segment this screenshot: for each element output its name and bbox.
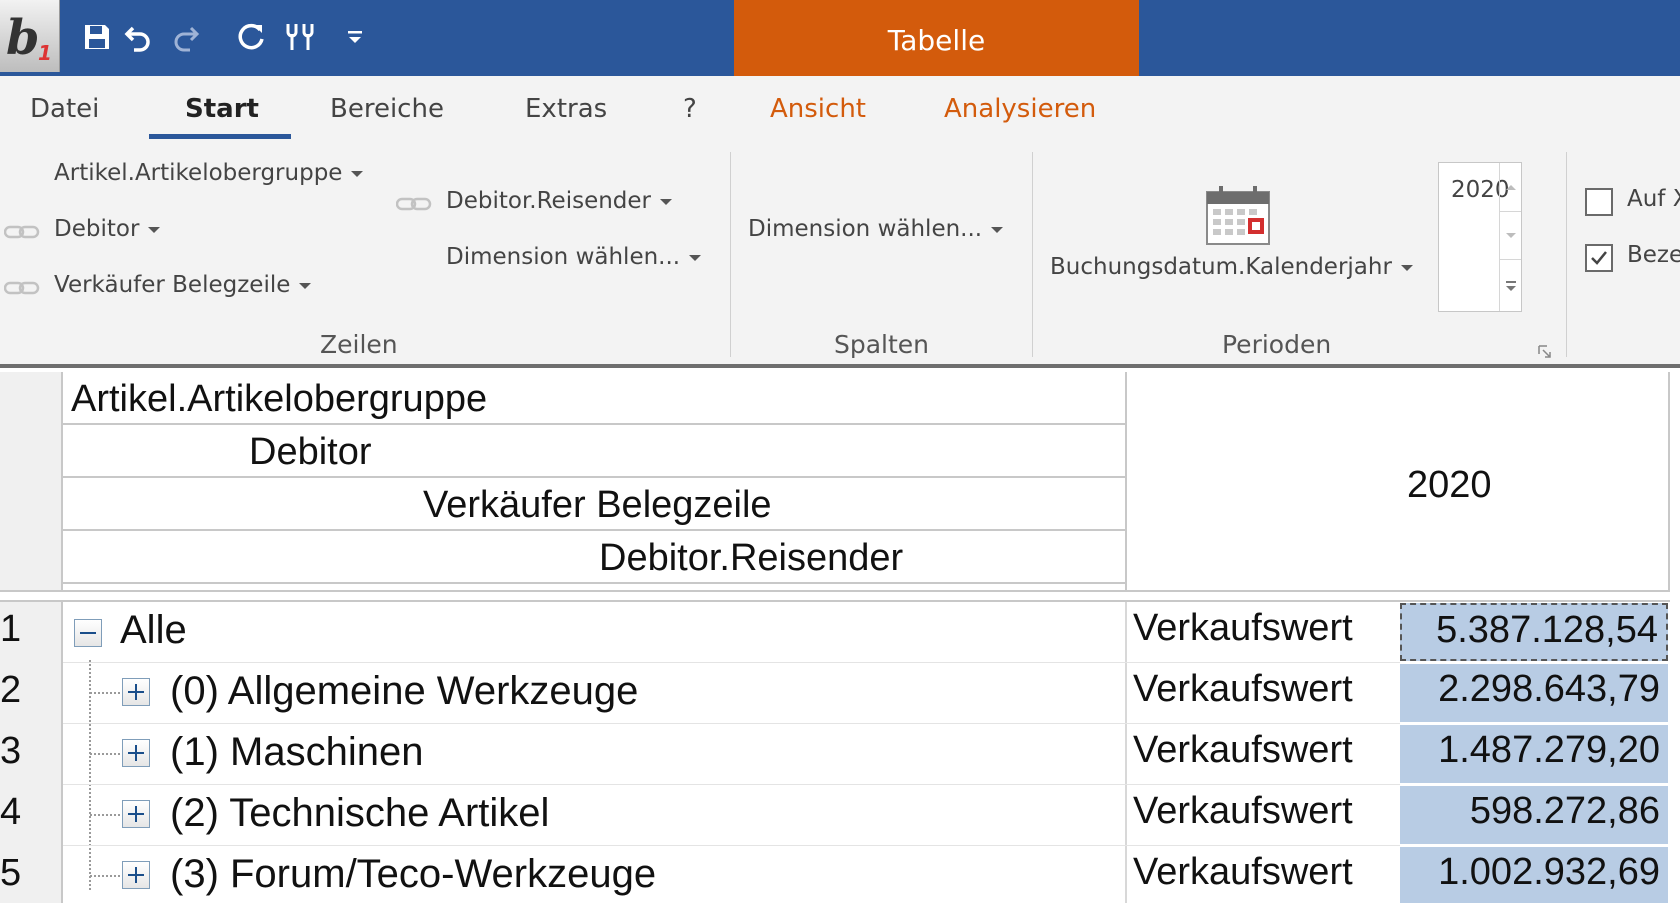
chevron-down-icon xyxy=(689,254,702,261)
chevron-down-icon xyxy=(148,226,161,233)
tree-connector xyxy=(90,875,124,877)
chevron-down-icon xyxy=(991,226,1004,233)
row-number: 5 xyxy=(0,852,22,894)
row-header-debitor[interactable]: Debitor xyxy=(63,425,1125,478)
save-icon[interactable] xyxy=(80,18,114,56)
row-dimension-debitor[interactable]: Debitor xyxy=(54,216,161,242)
svg-text:b: b xyxy=(6,10,40,64)
expand-icon[interactable] xyxy=(122,800,150,828)
scroll-down-button[interactable] xyxy=(1499,211,1521,259)
measure-label: Verkaufswert xyxy=(1133,668,1353,710)
year-list[interactable]: 2020 xyxy=(1438,162,1522,312)
context-tab-tabelle[interactable]: Tabelle xyxy=(734,0,1139,76)
b1-logo-icon: b 1 xyxy=(6,10,52,64)
row-header-reisender[interactable]: Debitor.Reisender xyxy=(63,531,1125,584)
column-header-area xyxy=(1125,372,1670,592)
option-checkbox-1[interactable] xyxy=(1585,188,1613,216)
link-icon xyxy=(4,281,40,295)
app-logo[interactable]: b 1 xyxy=(0,0,60,72)
row-label: Alle xyxy=(120,608,187,652)
tab-analysieren[interactable]: Analysieren xyxy=(944,94,1096,124)
group-separator xyxy=(1032,152,1033,357)
pivot-grid: Artikel.Artikelobergruppe Debitor Verkäu… xyxy=(0,372,1680,903)
value-cell[interactable]: 1.002.932,69 xyxy=(1400,847,1668,903)
expand-icon[interactable] xyxy=(122,678,150,706)
svg-text:1: 1 xyxy=(38,41,52,64)
table-row[interactable]: 5 (3) Forum/Teco-Werkzeuge Verkaufswert … xyxy=(0,846,1680,903)
row-dimension-reisender[interactable]: Debitor.Reisender xyxy=(446,188,673,214)
tab-extras[interactable]: Extras xyxy=(525,94,607,124)
tab-start[interactable]: Start xyxy=(185,94,259,124)
tree-connector xyxy=(90,753,124,755)
group-label-zeilen: Zeilen xyxy=(320,330,398,359)
row-number: 4 xyxy=(0,791,22,833)
row-dimension-verkaeufer[interactable]: Verkäufer Belegzeile xyxy=(54,272,312,298)
measure-label: Verkaufswert xyxy=(1133,729,1353,771)
tools-icon[interactable] xyxy=(284,18,318,56)
tab-datei[interactable]: Datei xyxy=(30,94,99,124)
ribbon-tabs: Datei Start Bereiche Extras ? Ansicht An… xyxy=(0,76,1680,142)
table-row[interactable]: 2 (0) Allgemeine Werkzeuge Verkaufswert … xyxy=(0,663,1680,724)
table-row[interactable]: 3 (1) Maschinen Verkaufswert 1.487.279,2… xyxy=(0,724,1680,785)
row-dimension-select[interactable]: Dimension wählen... xyxy=(446,244,702,270)
row-number: 1 xyxy=(0,608,22,650)
row-dimension-artikelobergruppe[interactable]: Artikel.Artikelobergruppe xyxy=(54,160,364,186)
checkmark-icon xyxy=(1591,251,1607,265)
row-label: (3) Forum/Teco-Werkzeuge xyxy=(170,852,657,896)
tab-ansicht[interactable]: Ansicht xyxy=(770,94,866,124)
value-cell[interactable]: 2.298.643,79 xyxy=(1400,664,1668,722)
tab-bereiche[interactable]: Bereiche xyxy=(330,94,444,124)
chevron-down-icon xyxy=(299,282,312,289)
tab-help[interactable]: ? xyxy=(683,94,697,124)
expand-list-button[interactable] xyxy=(1499,259,1521,311)
customize-icon[interactable] xyxy=(338,18,372,56)
group-label-perioden: Perioden xyxy=(1222,330,1332,359)
measure-label: Verkaufswert xyxy=(1133,851,1353,893)
group-separator xyxy=(730,152,731,357)
link-icon xyxy=(4,225,40,239)
scroll-up-button[interactable] xyxy=(1499,163,1521,211)
option-checkbox-2[interactable] xyxy=(1585,244,1613,272)
group-label-spalten: Spalten xyxy=(834,330,930,359)
table-row[interactable]: 1 Alle Verkaufswert 5.387.128,54 xyxy=(0,602,1680,663)
row-label: (0) Allgemeine Werkzeuge xyxy=(170,669,639,713)
dialog-launcher-icon[interactable] xyxy=(1537,344,1553,360)
row-number: 3 xyxy=(0,730,22,772)
row-header-artikelobergruppe[interactable]: Artikel.Artikelobergruppe xyxy=(63,372,1125,425)
value-cell[interactable]: 5.387.128,54 xyxy=(1400,603,1668,661)
tree-connector xyxy=(90,814,124,816)
expand-icon[interactable] xyxy=(122,739,150,767)
collapse-icon[interactable] xyxy=(74,619,102,647)
title-bar: b 1 Tabelle xyxy=(0,0,1680,76)
undo-icon[interactable] xyxy=(122,18,156,56)
ribbon-panel: Artikel.Artikelobergruppe Debitor Verkäu… xyxy=(0,142,1680,368)
tree-connector xyxy=(90,692,124,694)
period-field-select[interactable]: Buchungsdatum.Kalenderjahr xyxy=(1050,254,1413,280)
value-cell[interactable]: 598.272,86 xyxy=(1400,786,1668,844)
row-number: 2 xyxy=(0,669,22,711)
value-cell[interactable]: 1.487.279,20 xyxy=(1400,725,1668,783)
expand-icon[interactable] xyxy=(122,861,150,889)
column-dimension-select[interactable]: Dimension wählen... xyxy=(748,216,1004,242)
measure-label: Verkaufswert xyxy=(1133,607,1353,649)
row-header-verkaeufer[interactable]: Verkäufer Belegzeile xyxy=(63,478,1125,531)
option-label-1: Auf X xyxy=(1627,186,1680,212)
option-label-2: Beze xyxy=(1627,242,1680,268)
row-label: (1) Maschinen xyxy=(170,730,424,774)
calendar-icon[interactable] xyxy=(1205,184,1271,246)
measure-label: Verkaufswert xyxy=(1133,790,1353,832)
chevron-down-icon xyxy=(1400,264,1413,271)
header-divider xyxy=(0,590,1670,602)
redo-icon[interactable] xyxy=(168,18,202,56)
row-label: (2) Technische Artikel xyxy=(170,791,550,835)
table-row[interactable]: 4 (2) Technische Artikel Verkaufswert 59… xyxy=(0,785,1680,846)
column-header-year[interactable]: 2020 xyxy=(1407,464,1492,507)
group-separator xyxy=(1566,152,1567,357)
link-icon xyxy=(396,197,432,211)
chevron-down-icon xyxy=(660,198,673,205)
active-tab-indicator xyxy=(149,134,291,139)
refresh-icon[interactable] xyxy=(234,18,268,56)
chevron-down-icon xyxy=(351,170,364,177)
